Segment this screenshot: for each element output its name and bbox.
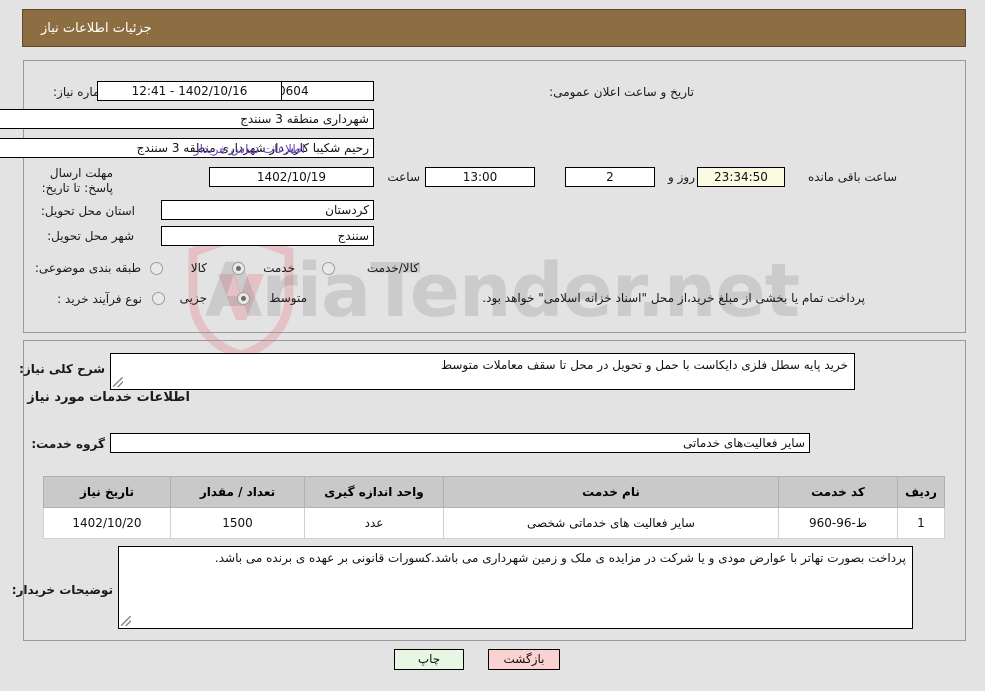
services-table-wrapper: ردیف کد خدمت نام خدمت واحد اندازه گیری ت… [43,476,945,539]
radio-process-motavaset[interactable] [237,292,250,305]
col-row-no: ردیف [897,476,945,508]
field-buyer-org[interactable]: شهرداری منطقه 3 سنندج [0,109,374,129]
field-general-desc[interactable]: خرید پایه سطل فلزی دایکاست با حمل و تحوی… [110,353,855,390]
field-remaining-days[interactable]: 2 [565,167,655,187]
page-title-bar: جزئیات اطلاعات نیاز [22,9,966,47]
cell-unit: عدد [304,507,444,539]
label-delivery-province: استان محل تحویل: [40,204,135,218]
page-root: جزئیات اطلاعات نیاز شماره نیاز: 11020056… [0,0,985,691]
cell-service-code: ط-96-960 [778,507,898,539]
label-hours-remaining: ساعت باقی مانده [807,170,897,184]
label-response-deadline: مهلت ارسال پاسخ: تا تاریخ: [41,166,113,195]
field-response-deadline-hour[interactable]: 13:00 [425,167,535,187]
radio-subject-khedmat[interactable] [232,262,245,275]
col-service-code: کد خدمت [778,476,898,508]
label-service-group: گروه خدمت: [31,437,105,451]
table-row: 1 ط-96-960 سایر فعالیت های خدماتی شخصی ع… [43,507,945,539]
label-subject-category: طبقه بندی موضوعی: [34,261,141,275]
col-service-name: نام خدمت [443,476,779,508]
cell-row-no: 1 [897,507,945,539]
field-remaining-time: 23:34:50 [697,167,785,187]
col-need-date: تاریخ نیاز [43,476,171,508]
field-delivery-city[interactable]: سنندج [161,226,374,246]
back-button[interactable]: بازگشت [488,649,560,670]
radio-label-subject-kala[interactable]: کالا [167,261,207,275]
treasury-note: پرداخت تمام یا بخشی از مبلغ خرید،از محل … [482,291,865,305]
radio-subject-kala-khedmat[interactable] [322,262,335,275]
radio-label-process-motavaset[interactable]: متوسط [252,291,307,305]
label-hour: ساعت [387,170,420,184]
cell-quantity: 1500 [170,507,305,539]
field-buyer-notes[interactable]: پرداخت بصورت تهاتر با عوارض مودی و یا شر… [118,546,913,629]
cell-service-name: سایر فعالیت های خدماتی شخصی [443,507,779,539]
field-service-group[interactable]: سایر فعالیت‌های خدماتی [110,433,810,453]
label-buyer-notes: توضیحات خریدار: [11,583,113,597]
field-public-announce-datetime[interactable]: 1402/10/16 - 12:41 [97,81,282,101]
col-unit: واحد اندازه گیری [304,476,444,508]
label-public-announce-datetime: تاریخ و ساعت اعلان عمومی: [549,85,694,99]
cell-need-date: 1402/10/20 [43,507,171,539]
page-title: جزئیات اطلاعات نیاز [41,20,152,36]
label-general-desc: شرح کلی نیاز: [19,362,105,376]
print-button[interactable]: چاپ [394,649,464,670]
buyer-contact-link[interactable]: اطلاعات تماس خریدار [194,142,305,156]
radio-label-process-jozi[interactable]: جزیی [167,291,207,305]
label-delivery-city: شهر محل تحویل: [47,229,134,243]
label-days-and: روز و [668,170,695,184]
table-header-row: ردیف کد خدمت نام خدمت واحد اندازه گیری ت… [43,476,945,508]
services-table: ردیف کد خدمت نام خدمت واحد اندازه گیری ت… [43,476,945,539]
field-delivery-province[interactable]: کردستان [161,200,374,220]
field-response-deadline-date[interactable]: 1402/10/19 [209,167,374,187]
label-purchase-process-type: نوع فرآیند خرید : [57,292,142,306]
radio-subject-kala[interactable] [150,262,163,275]
radio-process-jozi[interactable] [152,292,165,305]
field-request-creator[interactable]: رحیم شکیبا کاربرداز شهرداری منطقه 3 سنند… [0,138,374,158]
radio-label-subject-khedmat[interactable]: خدمت [250,261,295,275]
radio-label-subject-kala-khedmat[interactable]: کالا/خدمت [339,261,419,275]
col-quantity: تعداد / مقدار [170,476,305,508]
services-section-title: اطلاعات خدمات مورد نیاز [27,390,190,405]
